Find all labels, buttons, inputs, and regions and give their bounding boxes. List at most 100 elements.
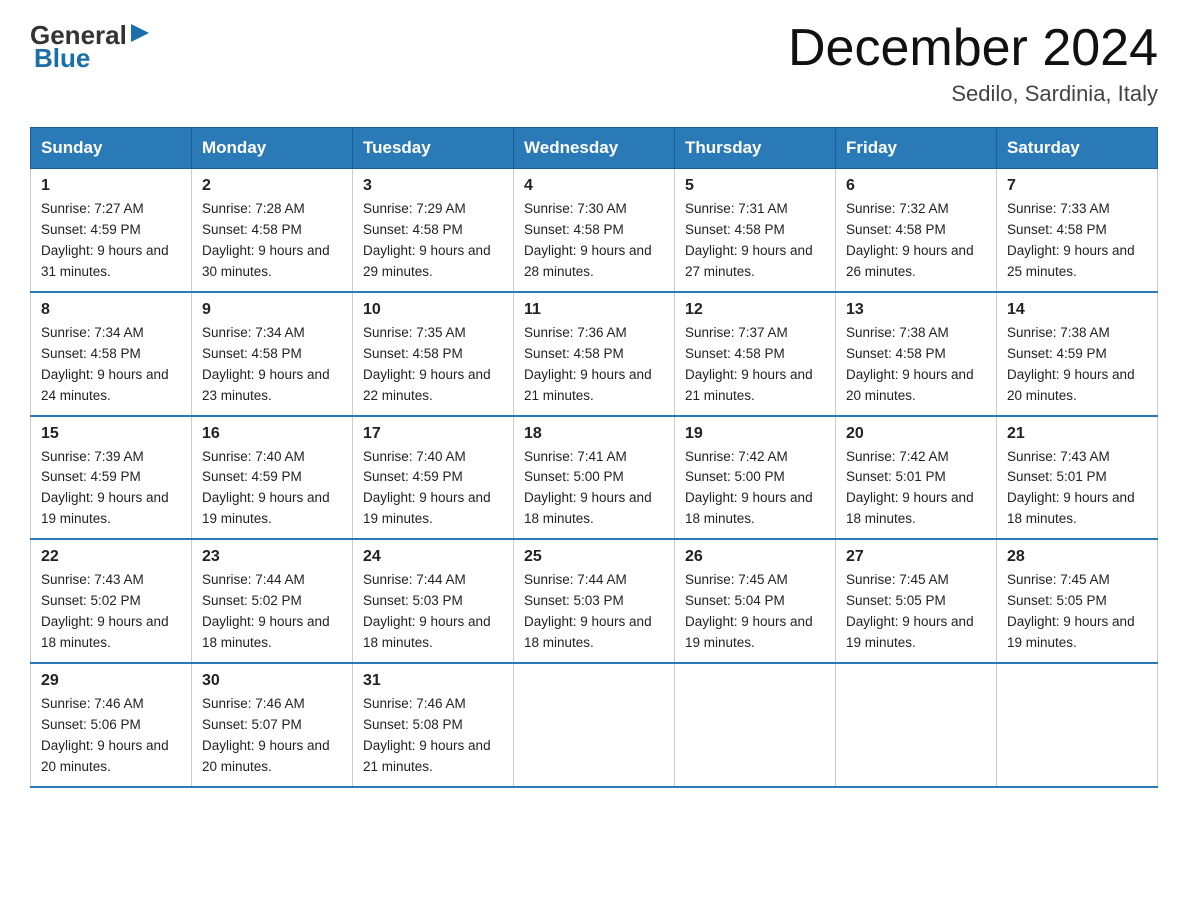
day-info: Sunrise: 7:35 AMSunset: 4:58 PMDaylight:… <box>363 323 503 407</box>
day-number: 26 <box>685 548 825 566</box>
day-cell <box>836 663 997 787</box>
day-cell: 4 Sunrise: 7:30 AMSunset: 4:58 PMDaylight… <box>514 169 675 292</box>
header-cell-saturday: Saturday <box>997 128 1158 169</box>
calendar-table: SundayMondayTuesdayWednesdayThursdayFrid… <box>30 127 1158 787</box>
day-info: Sunrise: 7:45 AMSunset: 5:05 PMDaylight:… <box>1007 570 1147 654</box>
day-cell: 12Sunrise: 7:37 AMSunset: 4:58 PMDayligh… <box>675 292 836 416</box>
header-cell-tuesday: Tuesday <box>353 128 514 169</box>
header-cell-wednesday: Wednesday <box>514 128 675 169</box>
day-cell: 30 Sunrise: 7:46 AMSunset: 5:07 PMDayligh… <box>192 663 353 787</box>
day-info: Sunrise: 7:44 AMSunset: 5:03 PMDaylight:… <box>363 570 503 654</box>
day-number: 30 <box>202 672 342 690</box>
day-number: 23 <box>202 548 342 566</box>
calendar-header: SundayMondayTuesdayWednesdayThursdayFrid… <box>31 128 1158 169</box>
day-cell <box>997 663 1158 787</box>
day-info: Sunrise: 7:31 AMSunset: 4:58 PMDaylight:… <box>685 199 825 283</box>
day-info: Sunrise: 7:46 AMSunset: 5:07 PMDaylight:… <box>202 694 342 778</box>
day-cell: 14 Sunrise: 7:38 AMSunset: 4:59 PMDayligh… <box>997 292 1158 416</box>
day-number: 13 <box>846 301 986 319</box>
day-cell: 27 Sunrise: 7:45 AMSunset: 5:05 PMDayligh… <box>836 539 997 663</box>
day-number: 2 <box>202 177 342 195</box>
day-cell: 26 Sunrise: 7:45 AMSunset: 5:04 PMDayligh… <box>675 539 836 663</box>
day-info: Sunrise: 7:40 AMSunset: 4:59 PMDaylight:… <box>202 447 342 531</box>
calendar-body: 1 Sunrise: 7:27 AMSunset: 4:59 PMDaylight… <box>31 169 1158 787</box>
day-number: 6 <box>846 177 986 195</box>
day-cell: 24 Sunrise: 7:44 AMSunset: 5:03 PMDayligh… <box>353 539 514 663</box>
logo: General Blue <box>30 20 151 74</box>
day-number: 14 <box>1007 301 1147 319</box>
day-info: Sunrise: 7:42 AMSunset: 5:01 PMDaylight:… <box>846 447 986 531</box>
header-cell-thursday: Thursday <box>675 128 836 169</box>
day-number: 25 <box>524 548 664 566</box>
day-cell: 3Sunrise: 7:29 AMSunset: 4:58 PMDaylight… <box>353 169 514 292</box>
week-row-4: 22 Sunrise: 7:43 AMSunset: 5:02 PMDayligh… <box>31 539 1158 663</box>
day-cell: 11Sunrise: 7:36 AMSunset: 4:58 PMDayligh… <box>514 292 675 416</box>
week-row-3: 15 Sunrise: 7:39 AMSunset: 4:59 PMDayligh… <box>31 416 1158 540</box>
day-info: Sunrise: 7:45 AMSunset: 5:04 PMDaylight:… <box>685 570 825 654</box>
day-cell: 9 Sunrise: 7:34 AMSunset: 4:58 PMDaylight… <box>192 292 353 416</box>
day-info: Sunrise: 7:45 AMSunset: 5:05 PMDaylight:… <box>846 570 986 654</box>
day-number: 19 <box>685 425 825 443</box>
week-row-1: 1 Sunrise: 7:27 AMSunset: 4:59 PMDaylight… <box>31 169 1158 292</box>
day-cell: 1 Sunrise: 7:27 AMSunset: 4:59 PMDaylight… <box>31 169 192 292</box>
day-cell: 15 Sunrise: 7:39 AMSunset: 4:59 PMDayligh… <box>31 416 192 540</box>
day-cell: 18Sunrise: 7:41 AMSunset: 5:00 PMDayligh… <box>514 416 675 540</box>
day-cell: 21 Sunrise: 7:43 AMSunset: 5:01 PMDayligh… <box>997 416 1158 540</box>
day-cell: 17 Sunrise: 7:40 AMSunset: 4:59 PMDayligh… <box>353 416 514 540</box>
day-number: 24 <box>363 548 503 566</box>
day-number: 22 <box>41 548 181 566</box>
day-info: Sunrise: 7:38 AMSunset: 4:58 PMDaylight:… <box>846 323 986 407</box>
day-info: Sunrise: 7:43 AMSunset: 5:01 PMDaylight:… <box>1007 447 1147 531</box>
day-number: 1 <box>41 177 181 195</box>
logo-blue-text: Blue <box>30 43 90 74</box>
day-number: 31 <box>363 672 503 690</box>
day-info: Sunrise: 7:43 AMSunset: 5:02 PMDaylight:… <box>41 570 181 654</box>
day-info: Sunrise: 7:42 AMSunset: 5:00 PMDaylight:… <box>685 447 825 531</box>
day-cell: 16 Sunrise: 7:40 AMSunset: 4:59 PMDayligh… <box>192 416 353 540</box>
title-area: December 2024 Sedilo, Sardinia, Italy <box>788 20 1158 107</box>
day-cell <box>675 663 836 787</box>
page-header: General Blue December 2024 Sedilo, Sardi… <box>30 20 1158 107</box>
day-cell: 19 Sunrise: 7:42 AMSunset: 5:00 PMDayligh… <box>675 416 836 540</box>
location-subtitle: Sedilo, Sardinia, Italy <box>788 81 1158 107</box>
day-info: Sunrise: 7:34 AMSunset: 4:58 PMDaylight:… <box>202 323 342 407</box>
day-number: 8 <box>41 301 181 319</box>
day-info: Sunrise: 7:46 AMSunset: 5:06 PMDaylight:… <box>41 694 181 778</box>
day-number: 17 <box>363 425 503 443</box>
day-number: 18 <box>524 425 664 443</box>
week-row-2: 8 Sunrise: 7:34 AMSunset: 4:58 PMDaylight… <box>31 292 1158 416</box>
day-info: Sunrise: 7:27 AMSunset: 4:59 PMDaylight:… <box>41 199 181 283</box>
day-info: Sunrise: 7:39 AMSunset: 4:59 PMDaylight:… <box>41 447 181 531</box>
day-cell: 25 Sunrise: 7:44 AMSunset: 5:03 PMDayligh… <box>514 539 675 663</box>
day-info: Sunrise: 7:44 AMSunset: 5:03 PMDaylight:… <box>524 570 664 654</box>
day-number: 4 <box>524 177 664 195</box>
day-cell: 13 Sunrise: 7:38 AMSunset: 4:58 PMDayligh… <box>836 292 997 416</box>
day-number: 9 <box>202 301 342 319</box>
header-cell-sunday: Sunday <box>31 128 192 169</box>
day-number: 27 <box>846 548 986 566</box>
day-info: Sunrise: 7:29 AMSunset: 4:58 PMDaylight:… <box>363 199 503 283</box>
day-cell: 7Sunrise: 7:33 AMSunset: 4:58 PMDaylight… <box>997 169 1158 292</box>
day-cell: 22 Sunrise: 7:43 AMSunset: 5:02 PMDayligh… <box>31 539 192 663</box>
day-number: 28 <box>1007 548 1147 566</box>
day-number: 5 <box>685 177 825 195</box>
day-number: 21 <box>1007 425 1147 443</box>
day-cell: 10Sunrise: 7:35 AMSunset: 4:58 PMDayligh… <box>353 292 514 416</box>
day-info: Sunrise: 7:46 AMSunset: 5:08 PMDaylight:… <box>363 694 503 778</box>
day-number: 16 <box>202 425 342 443</box>
day-info: Sunrise: 7:28 AMSunset: 4:58 PMDaylight:… <box>202 199 342 283</box>
day-info: Sunrise: 7:40 AMSunset: 4:59 PMDaylight:… <box>363 447 503 531</box>
day-cell: 28 Sunrise: 7:45 AMSunset: 5:05 PMDayligh… <box>997 539 1158 663</box>
day-cell: 23 Sunrise: 7:44 AMSunset: 5:02 PMDayligh… <box>192 539 353 663</box>
day-number: 15 <box>41 425 181 443</box>
day-cell: 8Sunrise: 7:34 AMSunset: 4:58 PMDaylight… <box>31 292 192 416</box>
day-number: 12 <box>685 301 825 319</box>
logo-arrow-icon <box>129 20 151 51</box>
day-number: 29 <box>41 672 181 690</box>
day-info: Sunrise: 7:30 AMSunset: 4:58 PMDaylight:… <box>524 199 664 283</box>
day-info: Sunrise: 7:44 AMSunset: 5:02 PMDaylight:… <box>202 570 342 654</box>
day-info: Sunrise: 7:38 AMSunset: 4:59 PMDaylight:… <box>1007 323 1147 407</box>
day-cell: 5 Sunrise: 7:31 AMSunset: 4:58 PMDaylight… <box>675 169 836 292</box>
month-title: December 2024 <box>788 20 1158 77</box>
day-info: Sunrise: 7:32 AMSunset: 4:58 PMDaylight:… <box>846 199 986 283</box>
